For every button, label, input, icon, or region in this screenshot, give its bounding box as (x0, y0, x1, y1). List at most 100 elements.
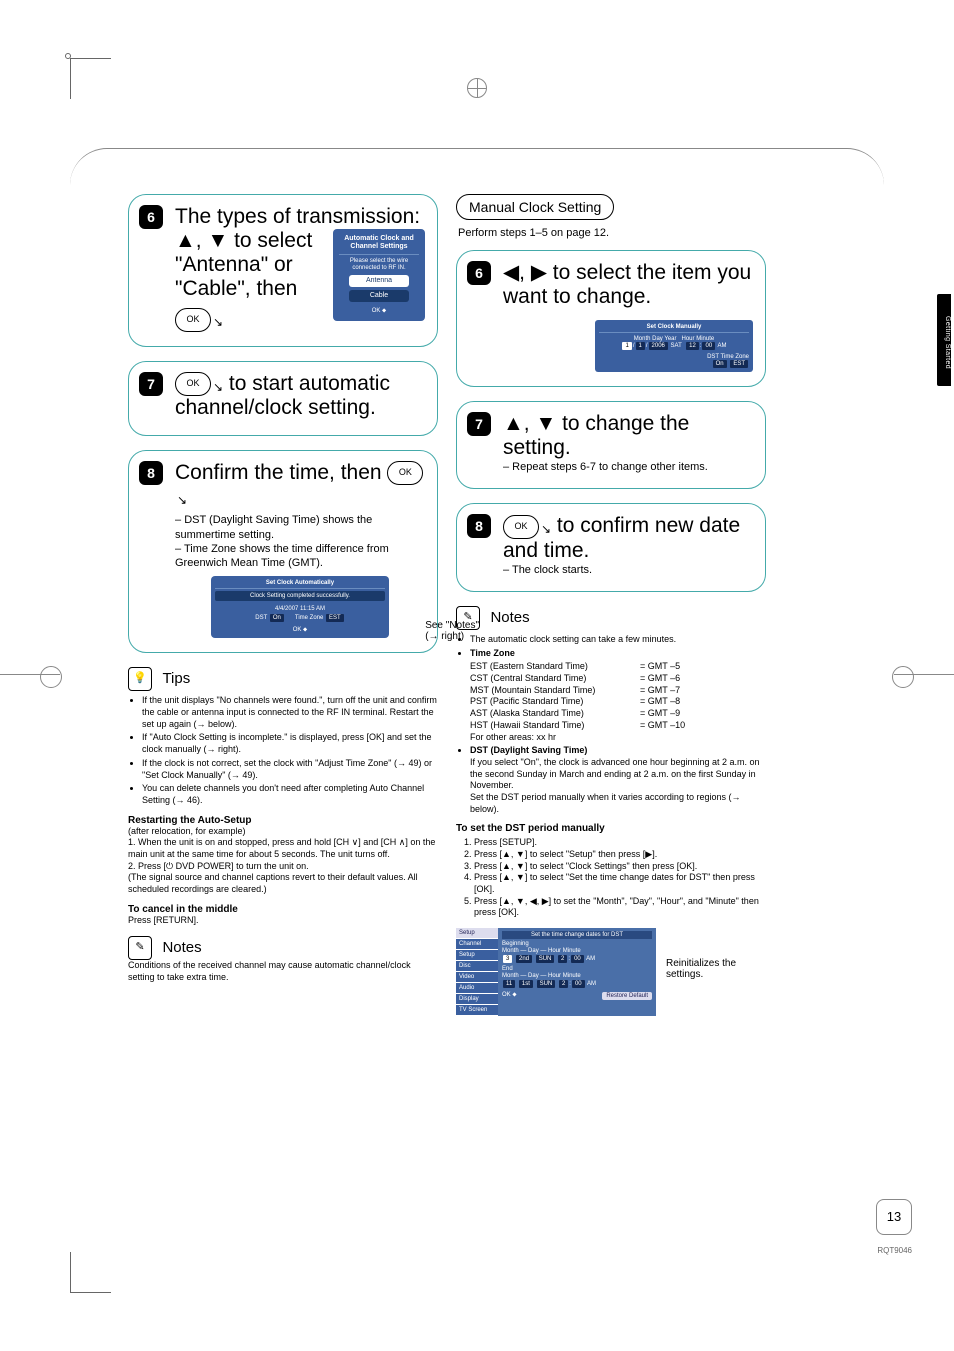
step-num-6r: 6 (467, 261, 491, 285)
ml-hour: Hour (548, 948, 561, 954)
manual-clock-heading: Manual Clock Setting (456, 194, 614, 220)
menu-channel: Channel (456, 939, 498, 949)
step7r-sub: – Repeat steps 6-7 to change other items… (503, 460, 753, 474)
tz-cst-v: = GMT –6 (640, 673, 680, 685)
page-arc (70, 148, 884, 185)
auto-settings-window: Automatic Clock and Channel Settings Ple… (333, 229, 425, 321)
r2-w: 1st (519, 980, 533, 988)
tz-ast-v: = GMT –9 (640, 708, 680, 720)
left-column: 6 The types of transmission: ▲, ▼ to sel… (128, 194, 438, 1016)
tz-hst-v: = GMT –10 (640, 720, 685, 732)
tip-4: You can delete channels you don't need a… (142, 783, 438, 806)
tz-mst: MST (Mountain Standard Time) (470, 685, 640, 697)
tz-est-v: = GMT –5 (640, 661, 680, 673)
hand-icon: ↘ (213, 381, 223, 395)
tz-table: EST (Eastern Standard Time)= GMT –5 CST … (470, 661, 766, 743)
step8r-sub: – The clock starts. (503, 563, 753, 577)
reinit-note: Reinitializes the settings. (666, 958, 746, 980)
tz-mst-v: = GMT –7 (640, 685, 680, 697)
step8-b2: Time Zone shows the time difference from… (175, 543, 389, 569)
step-num-6: 6 (139, 205, 163, 229)
cancel-body: Press [RETURN]. (128, 915, 438, 927)
tz-ast: AST (Alaska Standard Time) (470, 708, 640, 720)
setdst-2: Press [▲, ▼] to select "Setup" then pres… (474, 849, 766, 861)
step-7-right: 7 ▲, ▼ to change the setting. – Repeat s… (456, 401, 766, 490)
clock-title: Set Clock Manually (599, 324, 749, 333)
ok-icon: OK (175, 308, 211, 332)
notes-heading-r: Notes (490, 609, 529, 626)
doc-id: RQT9046 (877, 1246, 912, 1255)
step6r-body: ◀, ▶ to select the item you want to chan… (503, 261, 753, 309)
set-clock-auto-window: Set Clock Automatically Clock Setting co… (211, 576, 389, 638)
menu-display: Display (456, 994, 498, 1004)
tz-pst-v: = GMT –8 (640, 696, 680, 708)
step-7-left: 7 OK↘ to start automatic channel/clock s… (128, 361, 438, 436)
tip-3: If the clock is not correct, set the clo… (142, 758, 438, 781)
val-dst: On (713, 360, 727, 368)
ok-icon: OK (387, 461, 423, 485)
val-min: 00 (702, 342, 715, 350)
val-ap: AM (718, 343, 727, 349)
tips-heading: Tips (162, 671, 190, 688)
ml-month: Month (502, 948, 519, 954)
val-dow: SAT (671, 343, 682, 349)
tz-hst: HST (Hawaii Standard Time) (470, 720, 640, 732)
step8-lead: Confirm the time, then (175, 461, 387, 484)
register-right (894, 662, 954, 690)
ml2-hour: Hour (548, 973, 561, 979)
menu-end: End (502, 966, 652, 972)
r1-w: 2nd (516, 955, 532, 963)
section-tab: Getting Started (937, 294, 951, 386)
val-month: 1 (622, 342, 631, 350)
win-title: Automatic Clock and Channel Settings (339, 235, 419, 255)
setdst-3: Press [▲, ▼] to select "Clock Settings" … (474, 861, 766, 873)
menu-setup2: Setup (456, 950, 498, 960)
restart-note: (The signal source and channel captions … (128, 872, 438, 895)
step-num-8: 8 (139, 461, 163, 485)
r2-h: 2 (559, 980, 568, 988)
step-6-right: 6 ◀, ▶ to select the item you want to ch… (456, 250, 766, 386)
step8r-body: to confirm new date and time. (503, 514, 740, 561)
step-8-left: 8 Confirm the time, then OK↘ – DST (Dayl… (128, 450, 438, 654)
dst-label: DST (255, 615, 267, 621)
r1-d: SUN (536, 955, 555, 963)
menu-disc: Disc (456, 961, 498, 971)
setup-menu-window: Setup Channel Setup Disc Video Audio Dis… (456, 928, 656, 1016)
menu-tvscreen: TV Screen (456, 1005, 498, 1015)
see-notes-right: (→ right) (425, 631, 464, 642)
setdst-5: Press [▲, ▼, ◀, ▶] to set the "Month", "… (474, 896, 766, 919)
menu-setup: Setup (456, 928, 498, 938)
r2-mi: 00 (572, 980, 585, 988)
lbl-tz: Time Zone (721, 354, 749, 360)
restart-heading: Restarting the Auto-Setup (128, 815, 438, 826)
ml-day: Day (528, 948, 539, 954)
restart-sub: (after relocation, for example) (128, 826, 438, 838)
setdst-4: Press [▲, ▼] to select "Set the time cha… (474, 872, 766, 895)
tz-other: For other areas: xx hr (470, 732, 766, 744)
hand-icon: ↘ (541, 523, 551, 537)
notes-icon: ✎ (128, 936, 152, 960)
notes-heading-l: Notes (162, 940, 201, 957)
step7r-body: ▲, ▼ to change the setting. (503, 412, 753, 460)
ml2-min: Minute (563, 973, 581, 979)
ml2-day: Day (528, 973, 539, 979)
tip-2: If "Auto Clock Setting is incomplete." i… (142, 732, 438, 755)
btn-cable: Cable (349, 290, 409, 302)
win2-title: Set Clock Automatically (215, 580, 385, 589)
tz-est: EST (Eastern Standard Time) (470, 661, 640, 673)
step-8-right: 8 OK↘ to confirm new date and time. – Th… (456, 503, 766, 592)
val-year: 2006 (649, 342, 668, 350)
step-num-8r: 8 (467, 514, 491, 538)
step-6-left: 6 The types of transmission: ▲, ▼ to sel… (128, 194, 438, 347)
register-top (467, 78, 487, 98)
tz-label: Time Zone (295, 615, 323, 621)
perform-steps: Perform steps 1–5 on page 12. (458, 226, 766, 240)
dst-heading: DST (Daylight Saving Time) (470, 745, 587, 755)
step-num-7: 7 (139, 372, 163, 396)
lbl-day: Day (652, 336, 663, 342)
ml-min: Minute (563, 948, 581, 954)
r1-mi: 00 (571, 955, 584, 963)
win2-date: 4/4/2007 11:15 AM (215, 606, 385, 612)
win-msg: Please select the wire connected to RF I… (339, 258, 419, 272)
btn-antenna: Antenna (349, 275, 409, 287)
